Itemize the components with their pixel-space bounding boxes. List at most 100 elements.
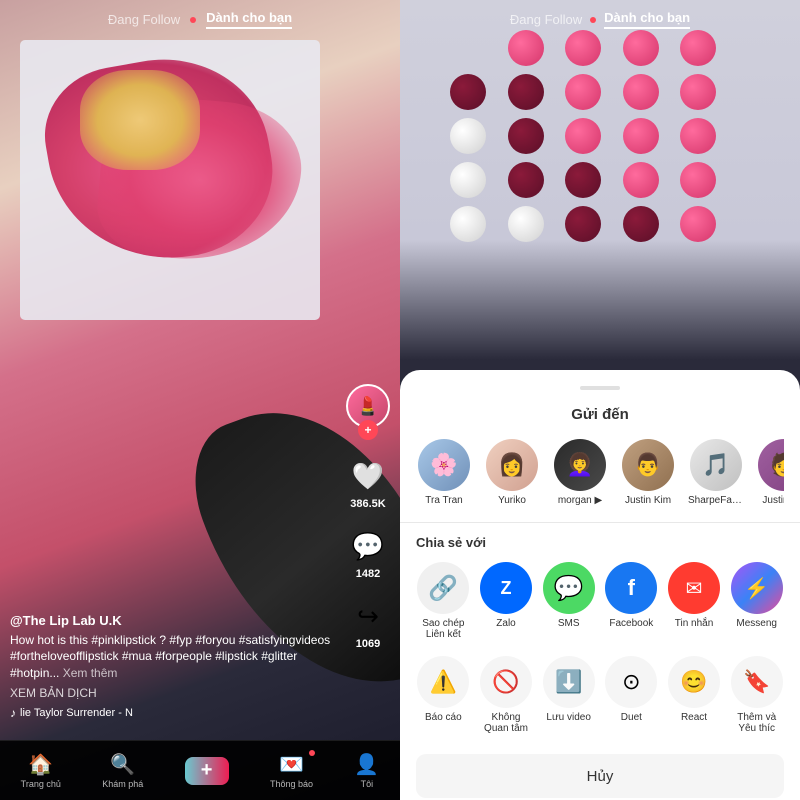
- react-icon: 😊: [668, 656, 720, 708]
- user-handle[interactable]: @The Lip Lab U.K: [10, 613, 340, 628]
- translate-btn[interactable]: XEM BẢN DỊCH: [10, 686, 340, 700]
- dot-item: [508, 74, 544, 110]
- action-react[interactable]: 😊 React: [667, 656, 722, 734]
- share-group[interactable]: ↪ 1069: [348, 596, 388, 650]
- friend-name-4: Justin Kim: [625, 495, 671, 506]
- dot-item: [680, 206, 716, 242]
- comment-group[interactable]: 💬 1482: [348, 526, 388, 580]
- dot-item: [623, 30, 659, 66]
- dot-item: [450, 74, 486, 110]
- action-bookmark[interactable]: 🔖 Thêm vàYêu thíc: [729, 656, 784, 734]
- dot-item: [680, 74, 716, 110]
- search-icon: 🔍: [110, 752, 135, 777]
- save-icon: ⬇️: [543, 656, 595, 708]
- link-icon-circle: 🔗: [417, 562, 469, 614]
- profile-label: Tôi: [361, 779, 374, 789]
- report-icon: ⚠️: [417, 656, 469, 708]
- nav-add[interactable]: +: [185, 757, 229, 785]
- friends-row: 🌸 Tra Tran 👩 Yuriko 👩‍🦱 morgan ▶ 👨 Justi…: [416, 439, 784, 522]
- friend-avatar-3: 👩‍🦱: [554, 439, 606, 491]
- share-option-facebook[interactable]: f Facebook: [604, 562, 659, 640]
- bottom-text: @The Lip Lab U.K How hot is this #pinkli…: [10, 613, 340, 720]
- inbox-icon: 💌: [279, 752, 304, 777]
- friend-name-5: SharpeFami lySingers: [688, 495, 744, 506]
- friend-name-3: morgan ▶: [558, 495, 602, 506]
- cancel-button[interactable]: Hủy: [416, 754, 784, 798]
- friend-item-1[interactable]: 🌸 Tra Tran: [416, 439, 472, 506]
- share-option-zalo[interactable]: Z Zalo: [479, 562, 534, 640]
- music-note-icon: ♪: [10, 706, 16, 720]
- following-tab-right[interactable]: Đang Follow: [510, 12, 582, 27]
- home-label: Trang chủ: [21, 779, 61, 789]
- facebook-label: Facebook: [609, 618, 653, 629]
- friend-avatar-5: 🎵: [690, 439, 742, 491]
- dot-item: [680, 118, 716, 154]
- following-tab-left[interactable]: Đang Follow: [108, 12, 180, 27]
- share-option-messenger[interactable]: ⚡ Messeng: [729, 562, 784, 640]
- friend-name-6: Justin Vib: [762, 495, 784, 506]
- tinhan-label: Tin nhắn: [675, 618, 714, 629]
- bookmark-icon: 🔖: [731, 656, 783, 708]
- nav-profile[interactable]: 👤 Tôi: [354, 752, 379, 789]
- dot-item: [450, 118, 486, 154]
- follow-plus-badge[interactable]: +: [358, 420, 378, 440]
- react-label: React: [681, 712, 707, 723]
- messenger-label: Messeng: [736, 618, 777, 629]
- nav-inbox[interactable]: 💌 Thông báo: [270, 752, 313, 789]
- link-label: Sao chépLiên kết: [422, 618, 464, 640]
- nav-dot-right: [590, 17, 596, 23]
- action-duet[interactable]: ⊙ Duet: [604, 656, 659, 734]
- right-video-area: Đang Follow Dành cho bạn: [400, 0, 800, 400]
- dot-item: [565, 74, 601, 110]
- left-video-panel: Đang Follow Dành cho bạn 💄 + 🤍 386.5K 💬 …: [0, 0, 400, 800]
- dot-item: [680, 30, 716, 66]
- action-notinterested[interactable]: 🚫 KhôngQuan tâm: [479, 656, 534, 734]
- facebook-icon-circle: f: [605, 562, 657, 614]
- zalo-label: Zalo: [496, 618, 515, 629]
- friend-item-2[interactable]: 👩 Yuriko: [484, 439, 540, 506]
- dot-item: [450, 206, 486, 242]
- action-report[interactable]: ⚠️ Báo cáo: [416, 656, 471, 734]
- share-icon: ↪: [348, 596, 388, 636]
- dot-item: [623, 118, 659, 154]
- caption-text: How hot is this #pinklipstick ? #fyp #fo…: [10, 632, 340, 682]
- right-sidebar: 💄 + 🤍 386.5K 💬 1482 ↪ 1069: [346, 384, 390, 650]
- dot-item: [508, 30, 544, 66]
- nav-dot-left: [190, 17, 196, 23]
- top-nav-right: Đang Follow Dành cho bạn: [400, 10, 800, 29]
- bookmark-label: Thêm vàYêu thíc: [737, 712, 776, 734]
- sms-label: SMS: [558, 618, 580, 629]
- duet-icon: ⊙: [605, 656, 657, 708]
- foryou-tab-left[interactable]: Dành cho bạn: [206, 10, 292, 29]
- see-more-btn[interactable]: Xem thêm: [63, 666, 118, 680]
- friend-avatar-4: 👨: [622, 439, 674, 491]
- friend-name-2: Yuriko: [498, 495, 526, 506]
- action-save[interactable]: ⬇️ Lưu video: [541, 656, 596, 734]
- nav-search[interactable]: 🔍 Khám phá: [102, 752, 143, 789]
- actions-row: ⚠️ Báo cáo 🚫 KhôngQuan tâm ⬇️ Lưu video …: [416, 656, 784, 734]
- add-button[interactable]: +: [185, 757, 229, 785]
- like-group[interactable]: 🤍 386.5K: [348, 456, 388, 510]
- divider-1: [400, 522, 800, 523]
- right-video-panel: Đang Follow Dành cho bạn Gửi đến 🌸 Tra T…: [400, 0, 800, 800]
- friend-item-4[interactable]: 👨 Justin Kim: [620, 439, 676, 506]
- friend-item-6[interactable]: 🧑 Justin Vib: [756, 439, 784, 506]
- share-option-sms[interactable]: 💬 SMS: [541, 562, 596, 640]
- share-option-tinhan[interactable]: ✉ Tin nhắn: [667, 562, 722, 640]
- comment-count: 1482: [356, 568, 380, 580]
- notification-dot: [309, 750, 315, 756]
- dot-item: [680, 162, 716, 198]
- music-row[interactable]: ♪ lie Taylor Surrender - N: [10, 706, 340, 720]
- dot-item: [565, 162, 601, 198]
- friend-avatar-2: 👩: [486, 439, 538, 491]
- foryou-tab-right[interactable]: Dành cho bạn: [604, 10, 690, 29]
- friend-item-5[interactable]: 🎵 SharpeFami lySingers: [688, 439, 744, 506]
- nav-home[interactable]: 🏠 Trang chủ: [21, 752, 61, 789]
- messenger-icon-circle: ⚡: [731, 562, 783, 614]
- friend-avatar-1: 🌸: [418, 439, 470, 491]
- friend-avatar-6: 🧑: [758, 439, 784, 491]
- dot-item: [565, 206, 601, 242]
- friend-item-3[interactable]: 👩‍🦱 morgan ▶: [552, 439, 608, 506]
- duet-label: Duet: [621, 712, 642, 723]
- share-option-link[interactable]: 🔗 Sao chépLiên kết: [416, 562, 471, 640]
